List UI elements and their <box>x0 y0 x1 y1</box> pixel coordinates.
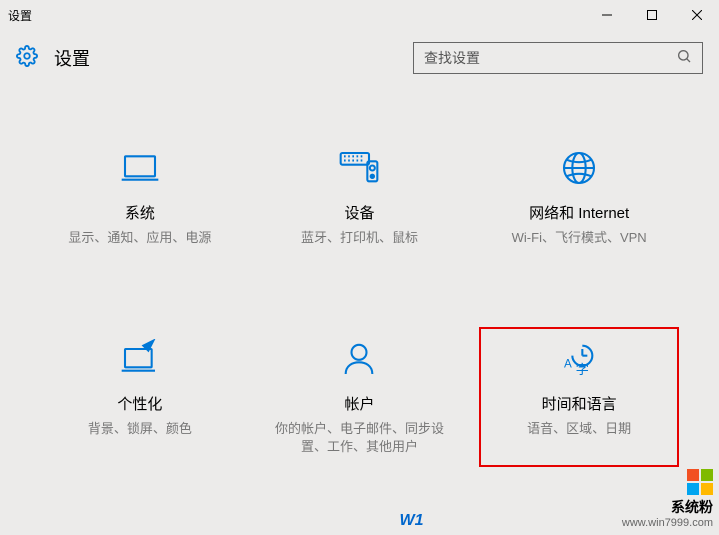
globe-icon <box>557 146 601 190</box>
tile-desc: 你的帐户、电子邮件、同步设置、工作、其他用户 <box>274 420 444 456</box>
tile-title: 网络和 Internet <box>529 202 629 223</box>
svg-text:字: 字 <box>576 362 589 377</box>
search-icon <box>676 48 692 69</box>
page-indicator: W1 <box>400 512 424 530</box>
titlebar: 设置 <box>0 0 719 30</box>
tile-title: 时间和语言 <box>542 393 617 414</box>
search-box[interactable] <box>413 42 703 74</box>
svg-text:A: A <box>564 358 572 371</box>
tile-personalization[interactable]: 个性化 背景、锁屏、颜色 <box>40 327 240 466</box>
personalization-icon <box>118 337 162 381</box>
watermark-url: www.win7999.com <box>622 517 713 529</box>
tile-network[interactable]: 网络和 Internet Wi-Fi、飞行模式、VPN <box>479 136 679 257</box>
tile-accounts[interactable]: 帐户 你的帐户、电子邮件、同步设置、工作、其他用户 <box>260 327 460 466</box>
tile-desc: 语音、区域、日期 <box>527 420 631 438</box>
tile-title: 系统 <box>125 202 155 223</box>
window-title: 设置 <box>8 7 32 24</box>
devices-icon <box>337 146 381 190</box>
ms-logo-icon <box>687 469 713 495</box>
app-title: 设置 <box>54 45 397 71</box>
search-input[interactable] <box>424 50 676 66</box>
system-icon <box>118 146 162 190</box>
watermark-text: 系统粉 <box>622 497 713 517</box>
tile-time-language[interactable]: A 字 时间和语言 语音、区域、日期 <box>479 327 679 466</box>
tile-system[interactable]: 系统 显示、通知、应用、电源 <box>40 136 240 257</box>
tile-devices[interactable]: 设备 蓝牙、打印机、鼠标 <box>260 136 460 257</box>
tile-desc: 显示、通知、应用、电源 <box>68 229 211 247</box>
settings-grid: 系统 显示、通知、应用、电源 设备 蓝牙、打印机、鼠标 网络和 Internet <box>0 86 719 467</box>
close-button[interactable] <box>674 0 719 30</box>
maximize-button[interactable] <box>629 0 674 30</box>
tile-title: 个性化 <box>117 393 162 414</box>
tile-desc: 蓝牙、打印机、鼠标 <box>301 229 418 247</box>
time-language-icon: A 字 <box>557 337 601 381</box>
tile-title: 设备 <box>344 202 374 223</box>
header: 设置 <box>0 30 719 86</box>
tile-desc: 背景、锁屏、颜色 <box>88 420 192 438</box>
user-icon <box>337 337 381 381</box>
tile-desc: Wi-Fi、飞行模式、VPN <box>512 229 647 247</box>
window-controls <box>584 0 719 30</box>
tile-title: 帐户 <box>344 393 374 414</box>
gear-icon <box>16 45 38 72</box>
minimize-button[interactable] <box>584 0 629 30</box>
watermark: 系统粉 www.win7999.com <box>622 469 713 529</box>
